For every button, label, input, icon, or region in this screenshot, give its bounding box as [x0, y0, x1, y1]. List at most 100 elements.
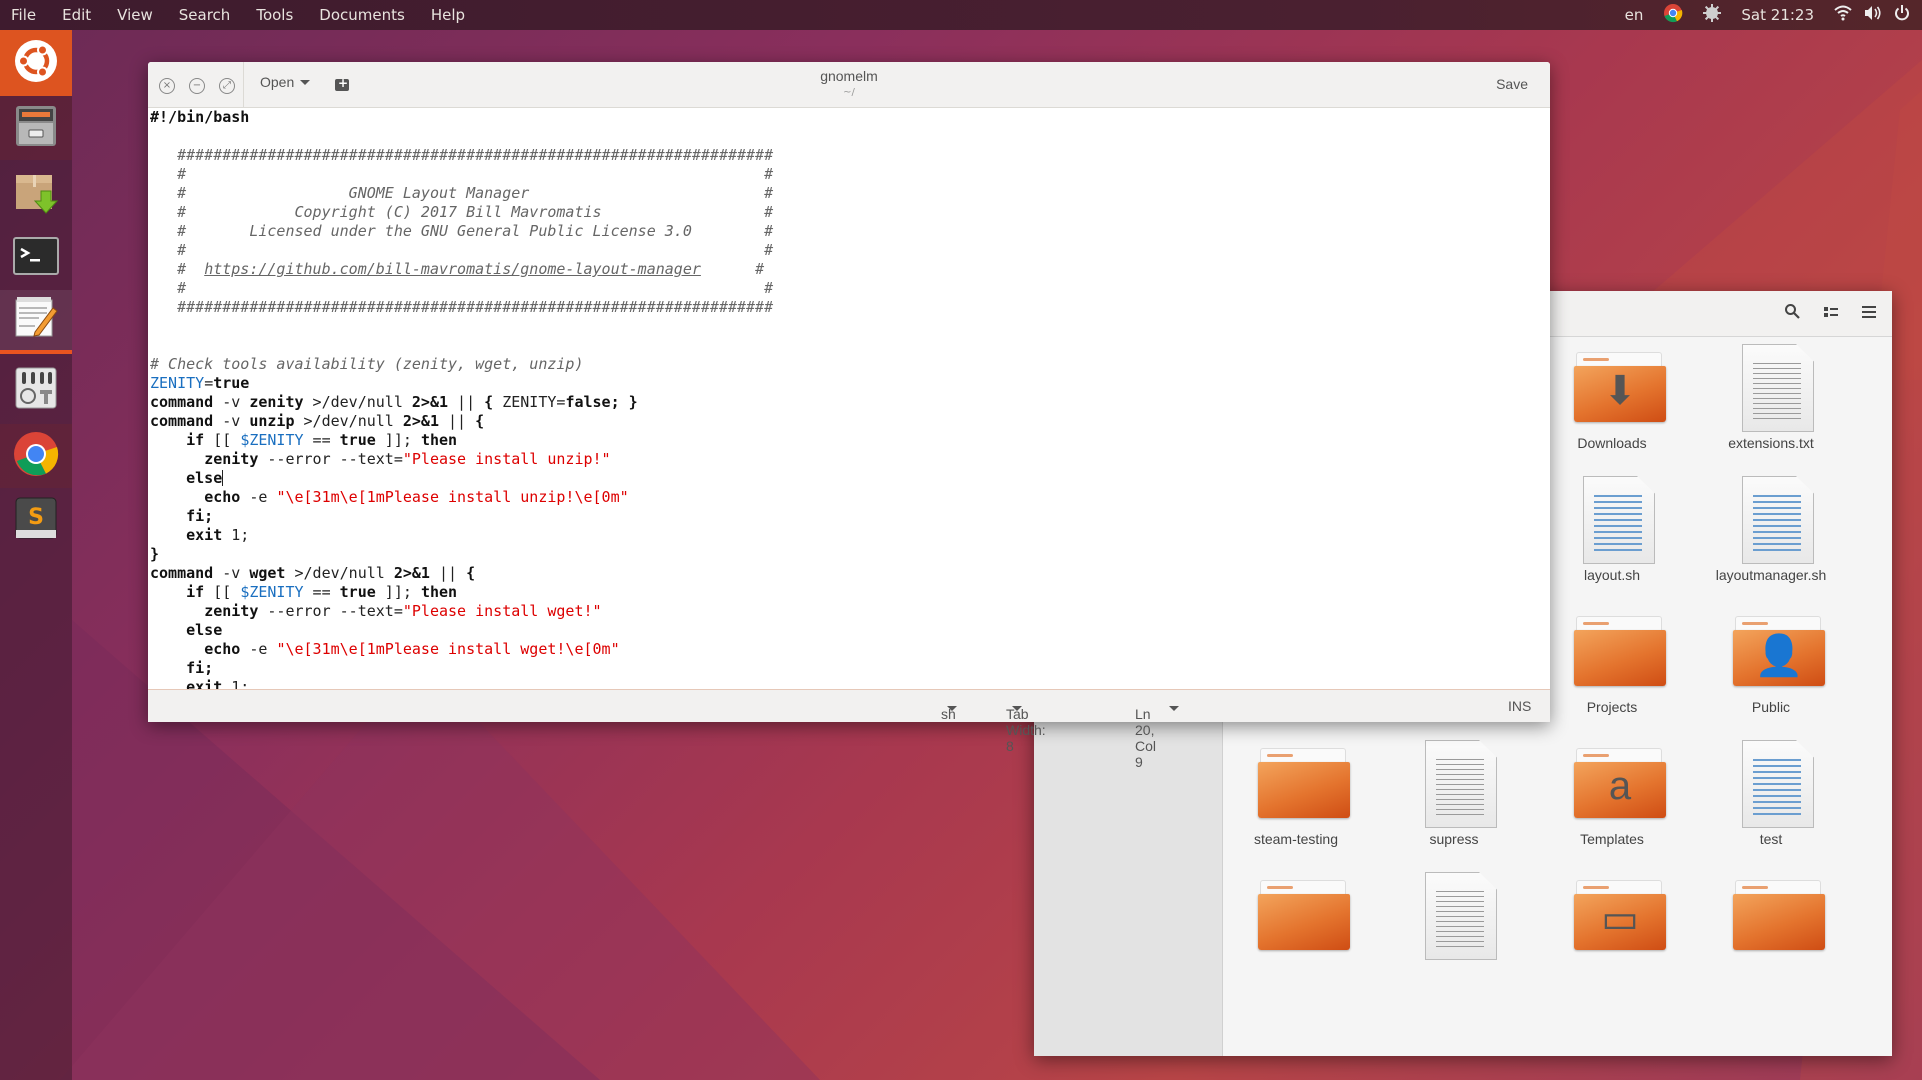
- launcher-item-chrome[interactable]: [0, 424, 72, 488]
- code-link[interactable]: https://github.com/bill-mavromatis/gnome…: [204, 260, 701, 278]
- launcher-item-text-editor[interactable]: [0, 290, 72, 354]
- code-token: 2>&1: [411, 393, 449, 411]
- text-file-icon: [1742, 344, 1814, 432]
- file-item[interactable]: a Templates: [1537, 736, 1687, 856]
- code-token: # Copyright (C) 2017 Bill Mavromatis #: [150, 203, 774, 221]
- menu-documents[interactable]: Documents: [307, 0, 419, 30]
- code-token: # Licensed under the GNU General Public …: [150, 222, 774, 240]
- code-token: ]];: [375, 583, 421, 601]
- launcher-item-system-settings[interactable]: [0, 358, 72, 422]
- menu-tools[interactable]: Tools: [244, 0, 307, 30]
- file-item[interactable]: layoutmanager.sh: [1696, 472, 1846, 592]
- file-item[interactable]: Projects: [1537, 604, 1687, 724]
- code-token: command: [150, 393, 214, 411]
- file-item[interactable]: [1696, 868, 1846, 988]
- terminal-icon: [13, 237, 59, 279]
- code-token: --error --text=: [258, 602, 403, 620]
- code-line: }: [150, 545, 1550, 564]
- menu-file[interactable]: File: [0, 0, 50, 30]
- folder-icon: [1258, 748, 1350, 820]
- menu-icon[interactable]: [1862, 303, 1876, 322]
- code-token: $ZENITY: [240, 583, 304, 601]
- top-panel: File Edit View Search Tools Documents He…: [0, 0, 1922, 30]
- file-item[interactable]: layout.sh: [1537, 472, 1687, 592]
- file-item[interactable]: test: [1696, 736, 1846, 856]
- insert-mode[interactable]: INS: [1508, 698, 1531, 714]
- file-item[interactable]: [1379, 868, 1529, 988]
- chrome-icon[interactable]: [1663, 3, 1683, 27]
- code-token: -v: [213, 564, 250, 582]
- menu-view[interactable]: View: [105, 0, 167, 30]
- system-tray: en Sat 21:23: [1615, 0, 1922, 30]
- menu-edit[interactable]: Edit: [50, 0, 105, 30]
- menu-search[interactable]: Search: [167, 0, 245, 30]
- gedit-window: × − ⤢ Open gnomelm ~/ Save #!/bin/bash #…: [148, 62, 1550, 770]
- chevron-down-icon: [947, 706, 957, 711]
- folder-emblem-icon: 👤: [1754, 634, 1804, 678]
- code-token: ########################################…: [150, 146, 774, 164]
- view-toggle-icon[interactable]: [1824, 303, 1838, 322]
- launcher-item-files[interactable]: [0, 96, 72, 160]
- script-file-icon: [1742, 740, 1814, 828]
- code-line: # #: [150, 165, 1550, 184]
- file-item[interactable]: steam-testing: [1221, 736, 1371, 856]
- folder-icon: ▭: [1574, 880, 1666, 952]
- status-bar: sh Tab Width: 8 Ln 20, Col 9 INS: [148, 689, 1550, 770]
- launcher-item-software-updater[interactable]: [0, 162, 72, 226]
- code-line: else: [150, 469, 1550, 488]
- code-token: =: [204, 374, 214, 392]
- keyboard-layout-indicator[interactable]: en: [1625, 6, 1644, 24]
- file-label: test: [1759, 831, 1783, 847]
- launcher-item-sublime-text[interactable]: S: [0, 488, 72, 552]
- code-line: exit 1;: [150, 678, 1550, 689]
- wifi-icon[interactable]: [1834, 5, 1852, 25]
- file-item[interactable]: extensions.txt: [1696, 340, 1846, 460]
- code-line: echo -e "\e[31m\e[1mPlease install unzip…: [150, 488, 1550, 507]
- code-token: echo: [204, 488, 241, 506]
- code-line: ########################################…: [150, 298, 1550, 317]
- search-icon[interactable]: [1784, 303, 1800, 323]
- code-token: fi;: [186, 659, 214, 677]
- text-file-icon: [1425, 740, 1497, 828]
- code-line: fi;: [150, 507, 1550, 526]
- code-token: {: [484, 393, 494, 411]
- file-item[interactable]: 👤 Public: [1696, 604, 1846, 724]
- file-item[interactable]: supress: [1379, 736, 1529, 856]
- code-token: --error --text=: [258, 450, 403, 468]
- clock[interactable]: Sat 21:23: [1741, 6, 1814, 24]
- file-item[interactable]: [1221, 868, 1371, 988]
- settings-gear-icon[interactable]: [1703, 4, 1722, 26]
- code-token: 2>&1: [393, 564, 430, 582]
- code-token: zenity: [204, 450, 259, 468]
- code-token: [[: [204, 431, 241, 449]
- code-token: exit: [186, 678, 223, 689]
- text-file-icon: [1425, 872, 1497, 960]
- folder-icon: ⬇: [1574, 352, 1666, 424]
- svg-text:S: S: [28, 505, 44, 530]
- code-token: # GNOME Layout Manager #: [150, 184, 774, 202]
- launcher-item-dash[interactable]: [0, 30, 72, 96]
- code-token: fi;: [186, 507, 214, 525]
- file-item[interactable]: ▭: [1537, 868, 1687, 988]
- volume-icon[interactable]: [1864, 5, 1882, 25]
- file-item[interactable]: ⬇ Downloads: [1537, 340, 1687, 460]
- code-editor[interactable]: #!/bin/bash ############################…: [148, 108, 1550, 689]
- code-token: -v: [213, 393, 250, 411]
- power-icon[interactable]: [1894, 5, 1910, 25]
- save-button[interactable]: Save: [1496, 76, 1528, 92]
- code-line: command -v unzip >/dev/null 2>&1 || {: [150, 412, 1550, 431]
- folder-icon: 👤: [1733, 616, 1825, 688]
- menu-help[interactable]: Help: [419, 0, 479, 30]
- code-line: ########################################…: [150, 146, 1550, 165]
- code-token: command: [150, 564, 214, 582]
- launcher-item-terminal[interactable]: [0, 226, 72, 290]
- code-token: 1;: [222, 678, 250, 689]
- code-token: >/dev/null: [303, 393, 412, 411]
